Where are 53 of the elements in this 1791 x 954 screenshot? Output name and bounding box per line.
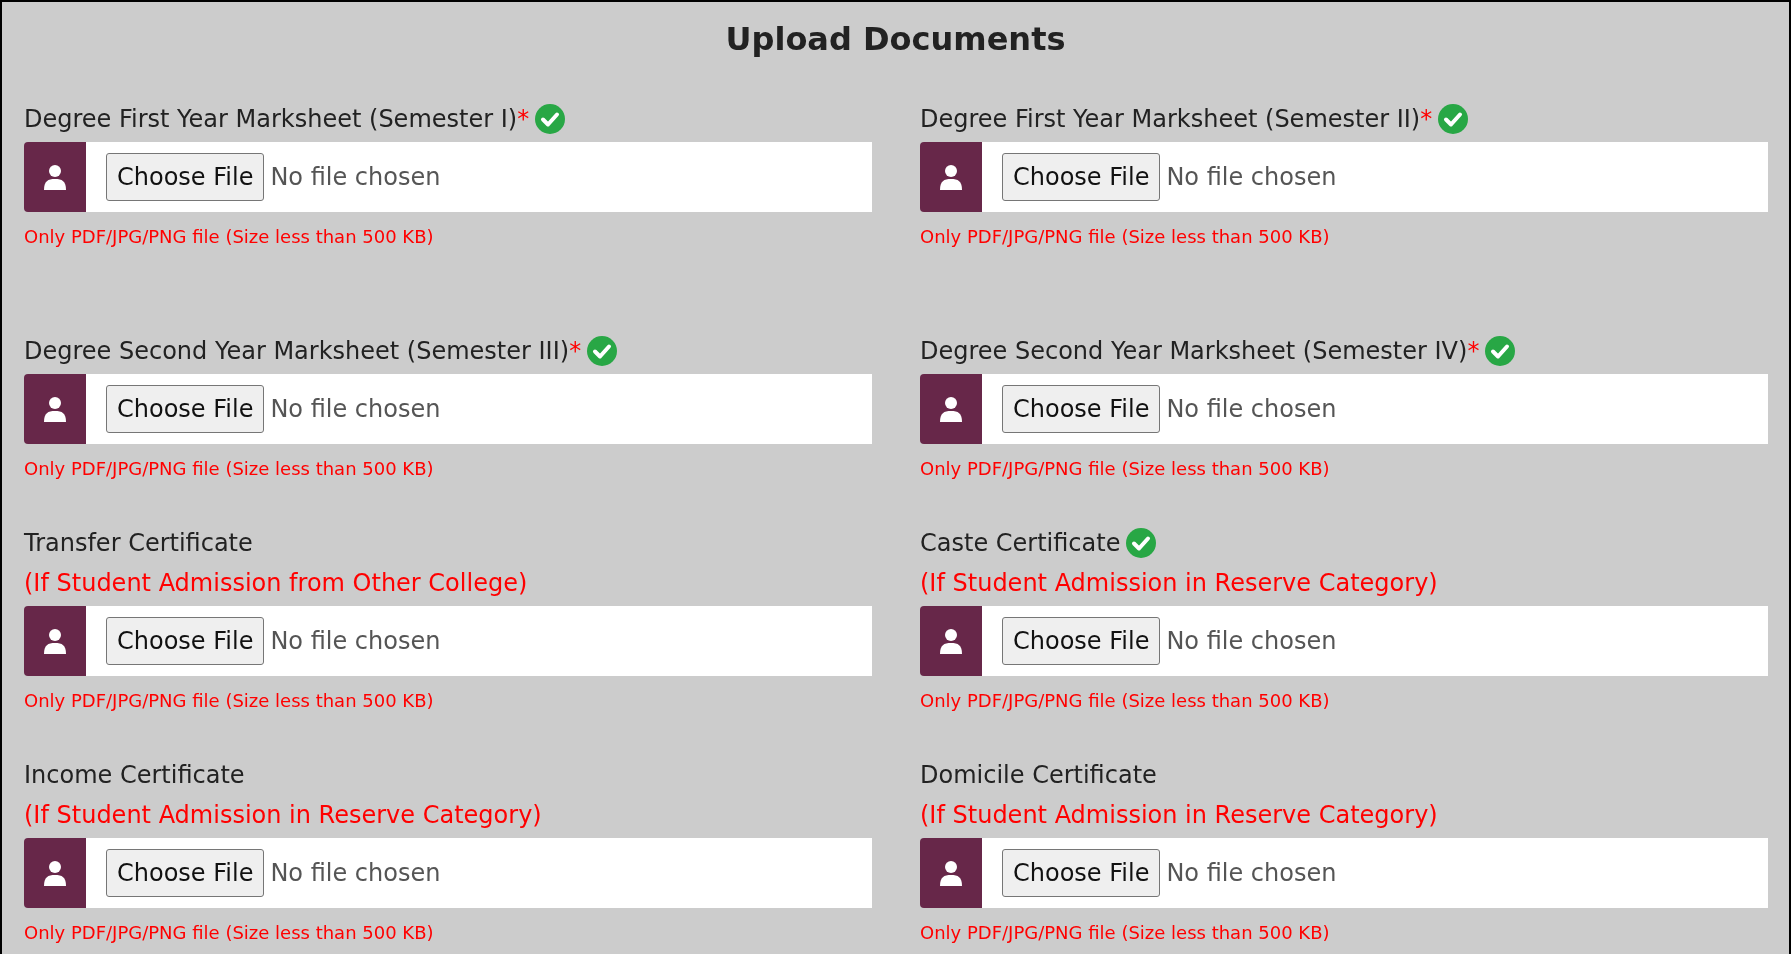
file-hint: Only PDF/JPG/PNG file (Size less than 500 KB) [24, 226, 435, 248]
choose-file-button[interactable]: Choose File [106, 153, 265, 201]
file-hint: Only PDF/JPG/PNG file (Size less than 500 KB) [920, 226, 1331, 248]
field-label: Degree First Year Marksheet (Semester II)* [920, 105, 1433, 133]
file-hint: Only PDF/JPG/PNG file (Size less than 500 KB) [24, 690, 435, 712]
choose-file-button[interactable]: Choose File [106, 617, 265, 665]
choose-file-button[interactable]: Choose File [1002, 617, 1161, 665]
choose-file-button[interactable]: Choose File [106, 385, 265, 433]
field-note: (If Student Admission from Other College) [24, 568, 529, 598]
field-label: Caste Certificate [920, 529, 1121, 557]
field-label: Income Certificate [24, 761, 245, 789]
person-icon [43, 164, 67, 190]
file-input-field[interactable]: Choose File No file chosen [982, 142, 1768, 212]
file-hint: Only PDF/JPG/PNG file (Size less than 500 KB) [24, 922, 435, 944]
page-title: Upload Documents [724, 19, 1067, 60]
field-label: Transfer Certificate [24, 529, 253, 557]
person-icon [939, 396, 963, 422]
choose-file-button[interactable]: Choose File [1002, 385, 1161, 433]
field-label: Degree First Year Marksheet (Semester I)* [24, 105, 530, 133]
field-label: Domicile Certificate [920, 761, 1157, 789]
file-status: No file chosen [1166, 163, 1337, 191]
file-status: No file chosen [270, 627, 441, 655]
file-hint: Only PDF/JPG/PNG file (Size less than 500 KB) [24, 458, 435, 480]
choose-file-button[interactable]: Choose File [1002, 153, 1161, 201]
field-label: Degree Second Year Marksheet (Semester IV)* [920, 337, 1480, 365]
file-input-field[interactable]: Choose File No file chosen [982, 606, 1768, 676]
file-input-field[interactable]: Choose File No file chosen [982, 838, 1768, 908]
file-hint: Only PDF/JPG/PNG file (Size less than 500 KB) [920, 458, 1331, 480]
file-hint: Only PDF/JPG/PNG file (Size less than 500 KB) [920, 922, 1331, 944]
choose-file-button[interactable]: Choose File [1002, 849, 1161, 897]
field-note: (If Student Admission in Reserve Category) [920, 800, 1439, 830]
file-input-field[interactable]: Choose File No file chosen [982, 374, 1768, 444]
file-hint: Only PDF/JPG/PNG file (Size less than 500 KB) [920, 690, 1331, 712]
file-status: No file chosen [270, 859, 441, 887]
file-input-field[interactable]: Choose File No file chosen [86, 374, 872, 444]
choose-file-button[interactable]: Choose File [106, 849, 265, 897]
file-status: No file chosen [1166, 859, 1337, 887]
field-note: (If Student Admission in Reserve Category) [24, 800, 543, 830]
file-input-field[interactable]: Choose File No file chosen [86, 142, 872, 212]
field-note: (If Student Admission in Reserve Category) [920, 568, 1439, 598]
field-label: Degree Second Year Marksheet (Semester III)* [24, 337, 582, 365]
file-status: No file chosen [270, 395, 441, 423]
person-icon [43, 396, 67, 422]
file-status: No file chosen [270, 163, 441, 191]
person-icon [43, 628, 67, 654]
person-icon [939, 628, 963, 654]
file-input-field[interactable]: Choose File No file chosen [86, 606, 872, 676]
person-icon [939, 860, 963, 886]
file-status: No file chosen [1166, 395, 1337, 423]
person-icon [43, 860, 67, 886]
file-input-field[interactable]: Choose File No file chosen [86, 838, 872, 908]
file-status: No file chosen [1166, 627, 1337, 655]
person-icon [939, 164, 963, 190]
